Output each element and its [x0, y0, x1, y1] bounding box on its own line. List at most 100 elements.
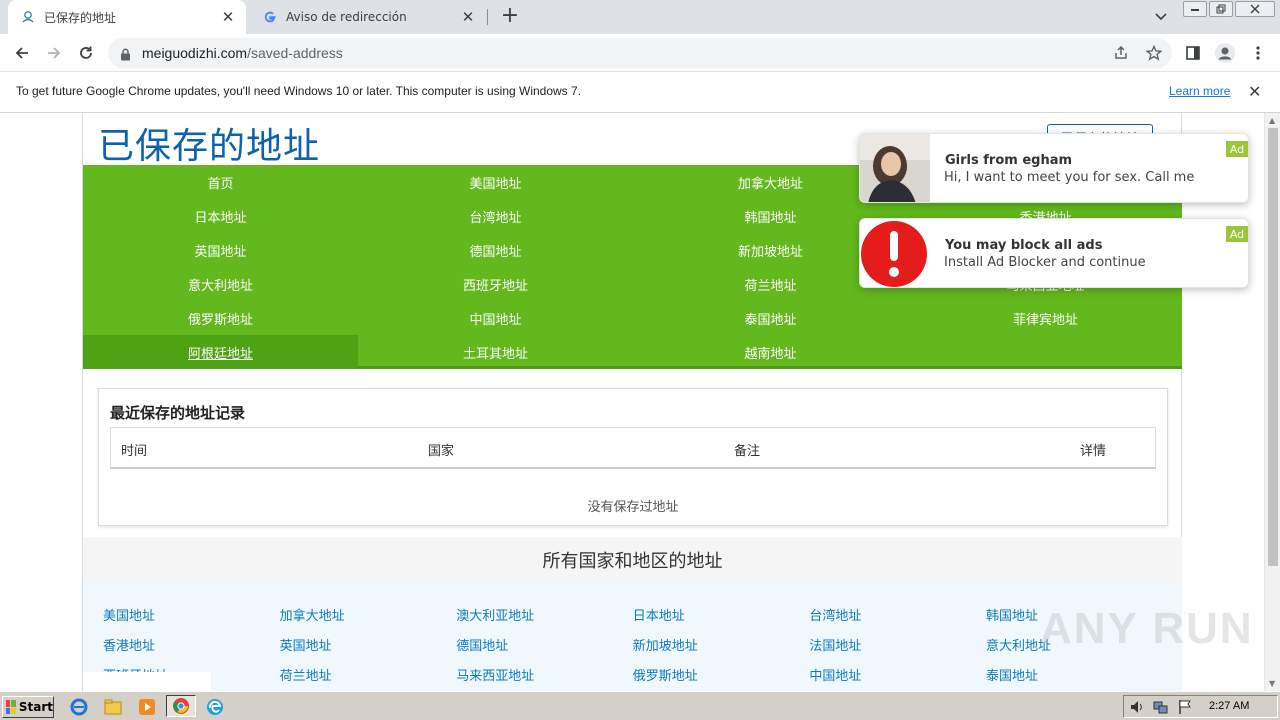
url-host: meiguodizhi.com: [142, 45, 248, 61]
tab-strip: 已保存的地址 ✕ Aviso de redirección ✕ +: [0, 0, 1280, 34]
nav-link[interactable]: 日本地址: [83, 199, 358, 233]
file-explorer-icon[interactable]: [103, 697, 123, 717]
url-text: meiguodizhi.com/saved-address: [142, 45, 343, 61]
nav-link[interactable]: 阿根廷地址: [83, 335, 358, 369]
address-bar[interactable]: meiguodizhi.com/saved-address: [108, 38, 1172, 68]
ad-title: Girls from egham: [945, 153, 1073, 168]
side-panel-icon[interactable]: [1181, 41, 1205, 65]
menu-dots-icon[interactable]: [1246, 41, 1270, 65]
share-icon[interactable]: [1112, 44, 1130, 62]
internet-explorer-icon[interactable]: [69, 697, 89, 717]
country-link[interactable]: 加拿大地址: [280, 605, 345, 624]
windows-taskbar: Start 2:27 AM: [0, 691, 1280, 720]
ad-popup-adblock[interactable]: You may block all ads Install Ad Blocker…: [859, 218, 1249, 288]
country-link[interactable]: 香港地址: [103, 635, 155, 654]
tab-saved-address[interactable]: 已保存的地址 ✕: [8, 0, 246, 34]
country-link[interactable]: 美国地址: [103, 605, 155, 624]
forward-button[interactable]: [42, 41, 66, 65]
ad-text: Hi, I want to meet you for sex. Call me: [944, 170, 1195, 185]
vertical-scrollbar[interactable]: ▲ ▼: [1264, 113, 1280, 691]
scroll-down-icon[interactable]: ▼: [1269, 679, 1275, 688]
recent-table-header: 时间 国家 备注 详情: [110, 427, 1156, 469]
tab-close-icon[interactable]: ✕: [220, 8, 236, 26]
network-icon[interactable]: [1153, 699, 1169, 719]
country-link[interactable]: 马来西亚地址: [456, 665, 534, 684]
country-link[interactable]: 韩国地址: [986, 605, 1038, 624]
restore-button[interactable]: [1209, 1, 1233, 17]
window-close-button[interactable]: [1235, 1, 1275, 17]
url-path: /saved-address: [247, 45, 343, 61]
all-countries-list: 美国地址 加拿大地址 澳大利亚地址 日本地址 台湾地址 韩国地址香港地址 英国地址 德国地址 新…: [83, 582, 1182, 691]
country-link[interactable]: 泰国地址: [986, 665, 1038, 684]
back-button[interactable]: [10, 41, 34, 65]
minimize-button[interactable]: [1183, 1, 1207, 17]
recent-title: 最近保存的地址记录: [110, 404, 246, 422]
ad-badge: Ad: [1226, 226, 1248, 242]
google-icon: [262, 9, 278, 25]
nav-link[interactable]: 俄罗斯地址: [83, 301, 358, 335]
watermark-logo: ANY RUN: [1040, 604, 1254, 653]
lock-icon: [120, 46, 131, 65]
new-tab-button[interactable]: +: [498, 5, 522, 29]
tab-title: Aviso de redirección: [286, 10, 407, 24]
nav-link[interactable]: 德国地址: [358, 233, 633, 267]
profile-avatar-icon[interactable]: [1213, 41, 1237, 65]
warning-icon: [860, 219, 930, 287]
nav-link[interactable]: 西班牙地址: [358, 267, 633, 301]
country-link[interactable]: 日本地址: [633, 605, 685, 624]
tab-redirect-notice[interactable]: Aviso de redirección ✕: [250, 0, 486, 34]
nav-link[interactable]: 美国地址: [358, 165, 633, 199]
ad-popup-dating[interactable]: Girls from egham Hi, I want to meet you …: [859, 133, 1249, 203]
location-pin-icon: [20, 9, 36, 25]
overlay-patch: [83, 672, 211, 691]
scroll-up-icon[interactable]: ▲: [1269, 116, 1275, 125]
nav-link[interactable]: 越南地址: [633, 335, 908, 369]
infobar-close-icon[interactable]: ✕: [1248, 82, 1261, 101]
site-title[interactable]: 已保存的地址: [98, 117, 320, 169]
country-link[interactable]: 台湾地址: [809, 605, 861, 624]
volume-icon[interactable]: [1129, 699, 1145, 719]
clock: 2:27 AM: [1209, 700, 1250, 712]
tab-close-icon[interactable]: ✕: [460, 8, 476, 26]
infobar-message: To get future Google Chrome updates, you…: [16, 84, 582, 98]
nav-link[interactable]: 土耳其地址: [358, 335, 633, 369]
column-country: 国家: [428, 444, 455, 459]
nav-link[interactable]: 菲律宾地址: [908, 301, 1183, 335]
nav-link[interactable]: 中国地址: [358, 301, 633, 335]
ad-text: Install Ad Blocker and continue: [944, 255, 1146, 270]
country-link[interactable]: 中国地址: [809, 665, 861, 684]
action-center-flag-icon[interactable]: [1177, 699, 1193, 719]
all-countries-heading: 所有国家和地区的地址: [83, 537, 1182, 582]
column-note: 备注: [734, 444, 761, 459]
column-time: 时间: [121, 444, 148, 459]
nav-link[interactable]: 泰国地址: [633, 301, 908, 335]
reload-button[interactable]: [74, 41, 98, 65]
country-link[interactable]: 澳大利亚地址: [456, 605, 534, 624]
nav-link[interactable]: 英国地址: [83, 233, 358, 267]
chevron-down-icon[interactable]: [1151, 8, 1171, 26]
edge-icon[interactable]: [205, 697, 225, 717]
browser-toolbar: meiguodizhi.com/saved-address: [0, 34, 1280, 72]
bookmark-star-icon[interactable]: [1145, 44, 1163, 62]
nav-link[interactable]: 首页: [83, 165, 358, 199]
country-link[interactable]: 新加坡地址: [633, 635, 698, 654]
chrome-taskbar-button[interactable]: [166, 695, 196, 717]
ad-badge: Ad: [1226, 141, 1248, 157]
scrollbar-thumb[interactable]: [1268, 128, 1278, 566]
system-tray: 2:27 AM: [1123, 695, 1278, 718]
country-link[interactable]: 德国地址: [456, 635, 508, 654]
media-player-icon[interactable]: [137, 697, 157, 717]
column-details: 详情: [1080, 444, 1107, 459]
start-button[interactable]: Start: [2, 696, 54, 718]
windows-flag-icon: [6, 700, 16, 714]
recent-saved-panel: 最近保存的地址记录 时间 国家 备注 详情 没有保存过地址: [98, 388, 1168, 526]
update-infobar: To get future Google Chrome updates, you…: [0, 72, 1280, 113]
tab-title: 已保存的地址: [44, 10, 117, 25]
country-link[interactable]: 法国地址: [809, 635, 861, 654]
nav-link[interactable]: 台湾地址: [358, 199, 633, 233]
country-link[interactable]: 俄罗斯地址: [633, 665, 698, 684]
learn-more-link[interactable]: Learn more: [1169, 84, 1230, 98]
country-link[interactable]: 荷兰地址: [280, 665, 332, 684]
country-link[interactable]: 英国地址: [280, 635, 332, 654]
nav-link[interactable]: 意大利地址: [83, 267, 358, 301]
